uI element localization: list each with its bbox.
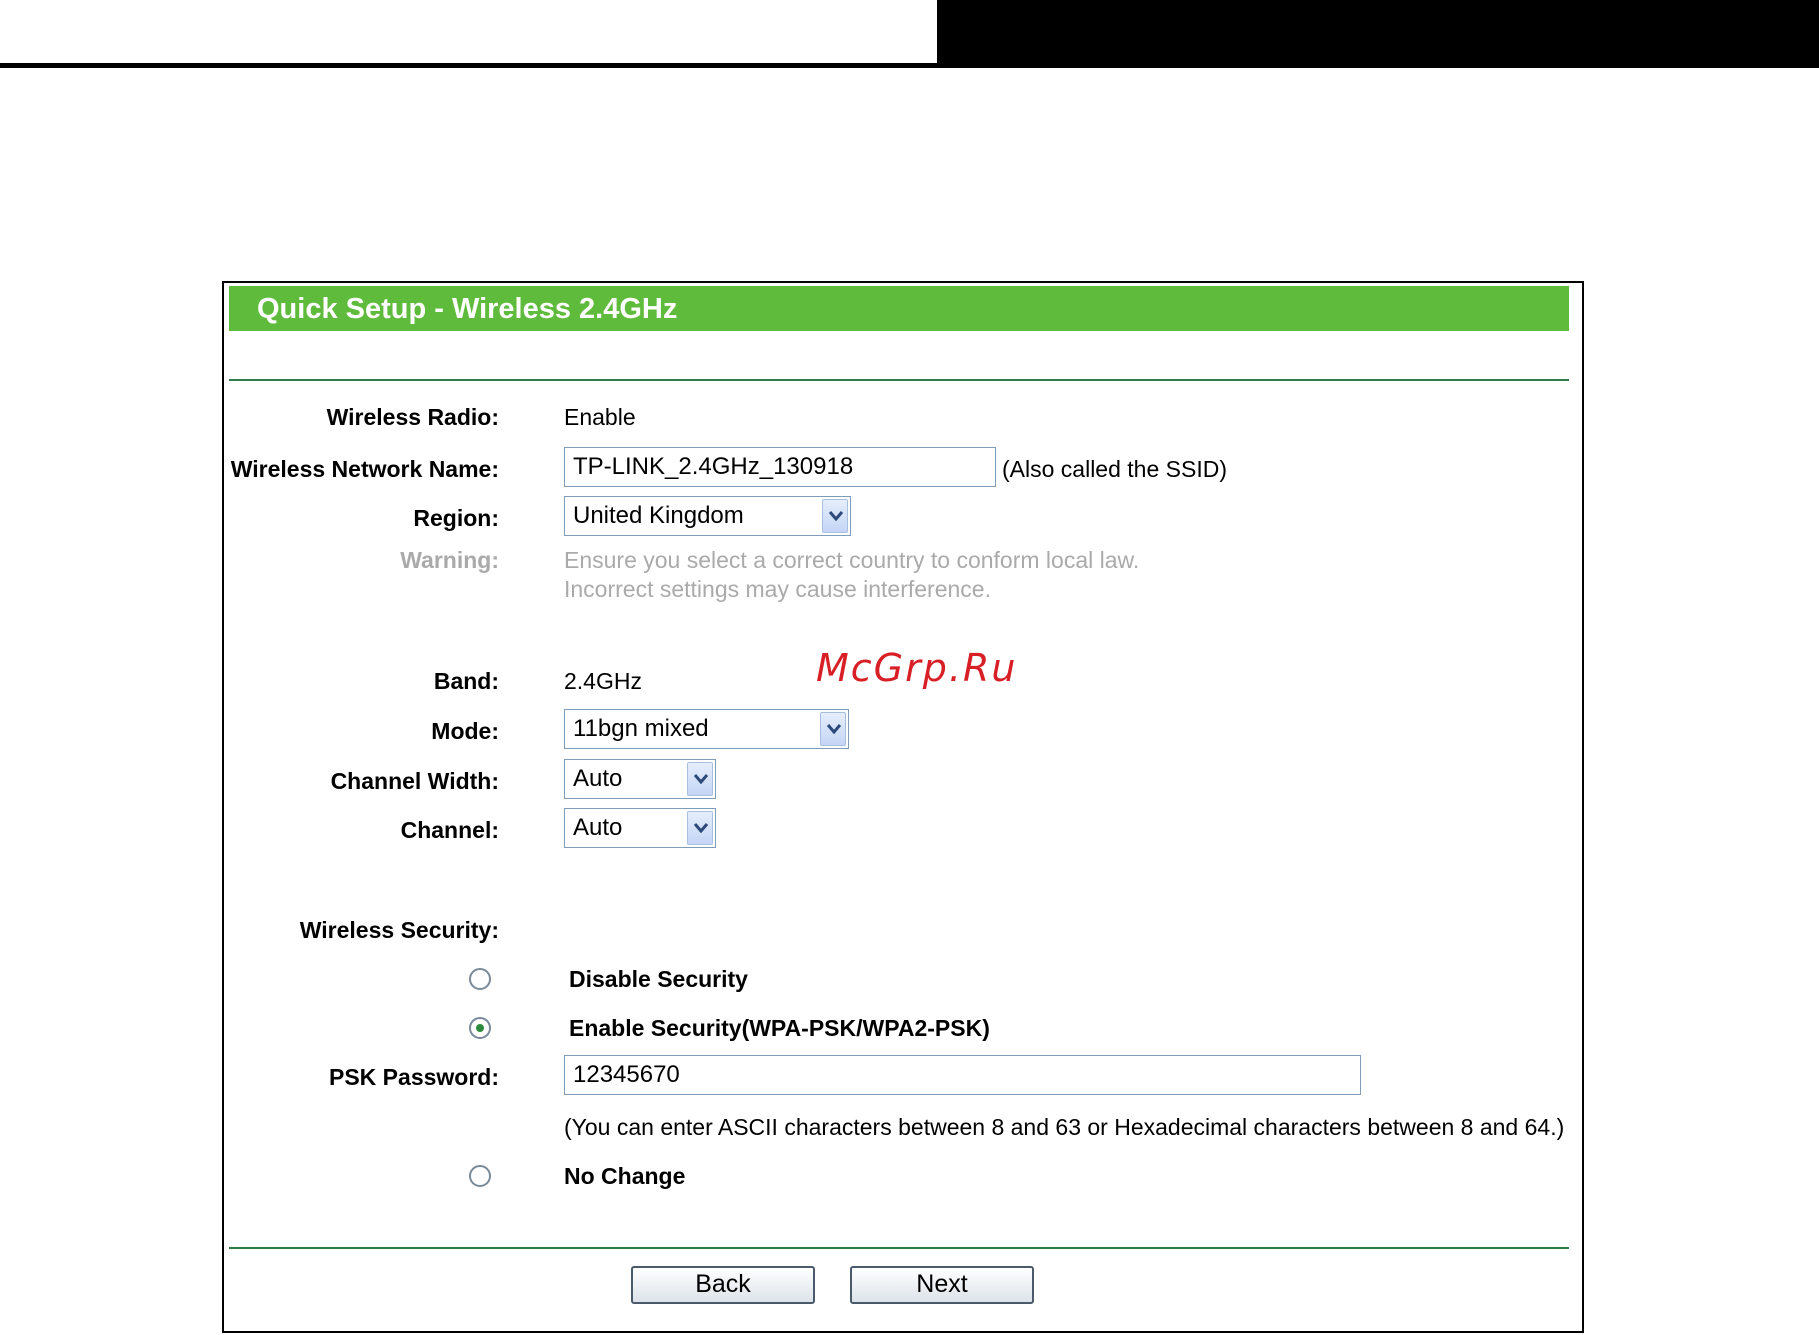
channel-width-label: Channel Width: <box>330 768 499 794</box>
top-black-bar <box>937 0 1819 68</box>
mode-select[interactable]: 11bgn mixed <box>564 709 849 749</box>
wireless-radio-value: Enable <box>564 404 636 430</box>
ssid-hint: (Also called the SSID) <box>1002 456 1227 482</box>
band-value: 2.4GHz <box>564 668 642 694</box>
band-label: Band: <box>433 668 499 694</box>
divider-bottom <box>229 1247 1569 1249</box>
back-button[interactable]: Back <box>631 1266 815 1304</box>
channel-value: Auto <box>573 814 623 841</box>
psk-password-value: 12345670 <box>573 1061 680 1088</box>
page-title: Quick Setup - Wireless 2.4GHz <box>257 293 678 325</box>
psk-password-input[interactable]: 12345670 <box>564 1055 1361 1095</box>
header-bar: Quick Setup - Wireless 2.4GHz <box>229 286 1569 331</box>
chevron-down-icon[interactable] <box>687 811 713 845</box>
channel-width-select[interactable]: Auto <box>564 759 716 799</box>
channel-width-value: Auto <box>573 765 623 792</box>
channel-label: Channel: <box>400 817 499 843</box>
top-rule <box>0 63 940 68</box>
network-name-value: TP-LINK_2.4GHz_130918 <box>573 453 854 480</box>
wireless-security-label: Wireless Security: <box>299 917 499 943</box>
mode-label: Mode: <box>431 718 499 744</box>
no-change-radio[interactable] <box>469 1165 491 1187</box>
region-label: Region: <box>413 505 499 531</box>
region-value: United Kingdom <box>573 502 744 529</box>
psk-password-label: PSK Password: <box>329 1064 499 1090</box>
mode-value: 11bgn mixed <box>573 715 709 742</box>
wireless-radio-label: Wireless Radio: <box>326 404 499 430</box>
psk-hint: (You can enter ASCII characters between … <box>564 1114 1565 1140</box>
radio-selected-dot <box>476 1024 484 1032</box>
channel-select[interactable]: Auto <box>564 808 716 848</box>
network-name-label: Wireless Network Name: <box>230 456 499 482</box>
divider-top <box>229 379 1569 381</box>
warning-label: Warning: <box>400 547 499 573</box>
region-select[interactable]: United Kingdom <box>564 496 851 536</box>
watermark: McGrp.Ru <box>816 646 1018 690</box>
quick-setup-panel: Quick Setup - Wireless 2.4GHz Wireless R… <box>222 281 1584 1333</box>
chevron-down-icon[interactable] <box>820 712 846 746</box>
chevron-down-icon[interactable] <box>687 762 713 796</box>
warning-line-1: Ensure you select a correct country to c… <box>564 547 1140 573</box>
no-change-label: No Change <box>564 1163 686 1189</box>
chevron-down-icon[interactable] <box>822 499 848 533</box>
enable-security-radio[interactable] <box>469 1017 491 1039</box>
disable-security-label: Disable Security <box>569 966 748 992</box>
disable-security-radio[interactable] <box>469 968 491 990</box>
next-button[interactable]: Next <box>850 1266 1034 1304</box>
warning-line-2: Incorrect settings may cause interferenc… <box>564 576 991 602</box>
network-name-input[interactable]: TP-LINK_2.4GHz_130918 <box>564 447 996 487</box>
enable-security-label: Enable Security(WPA-PSK/WPA2-PSK) <box>569 1015 990 1041</box>
